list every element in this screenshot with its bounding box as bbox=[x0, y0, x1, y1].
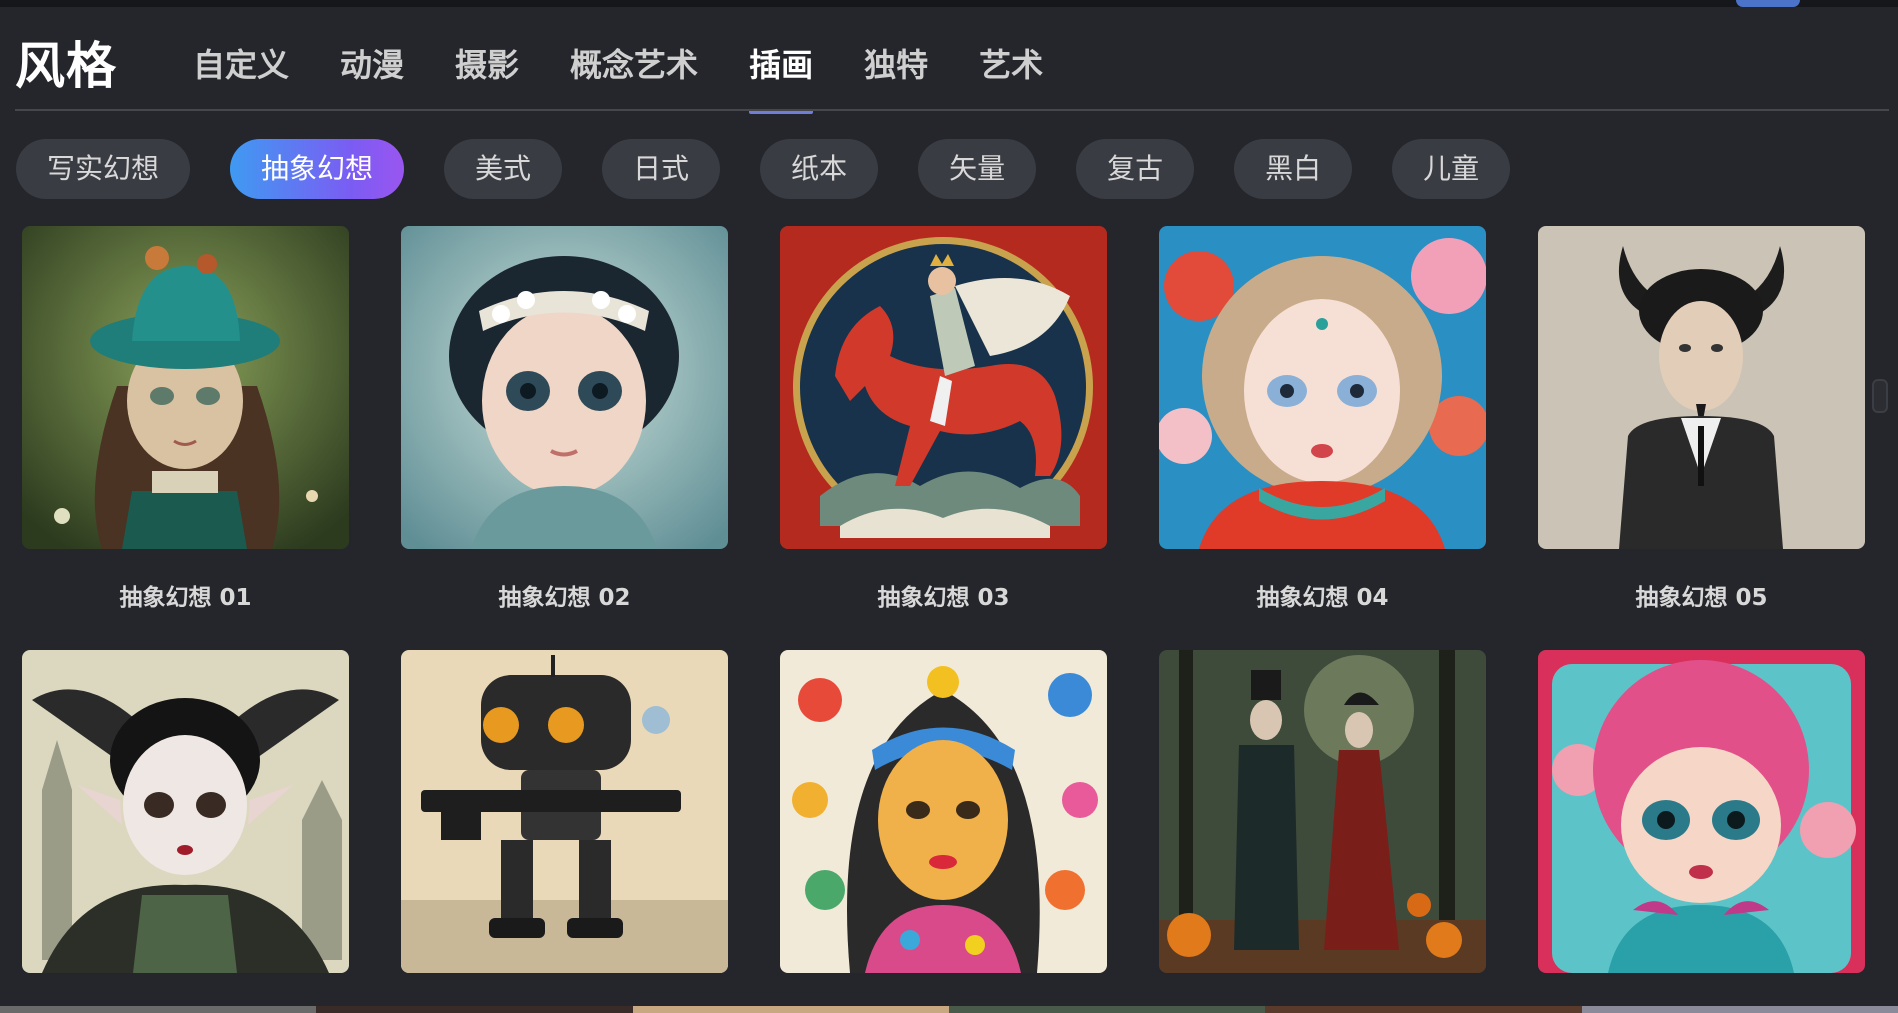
girl-with-teal-hat-image bbox=[22, 226, 349, 549]
chip-realistic-fantasy[interactable]: 写实幻想 bbox=[16, 139, 191, 199]
style-thumbnail[interactable] bbox=[1538, 650, 1865, 973]
category-tabs: 自定义 动漫 摄影 概念艺术 插画 独特 艺术 bbox=[193, 36, 1043, 114]
bat-winged-girl-image bbox=[22, 650, 349, 973]
style-card[interactable] bbox=[22, 650, 349, 1002]
tab-unique[interactable]: 独特 bbox=[864, 36, 928, 106]
style-card[interactable]: 抽象幻想 01 bbox=[22, 226, 349, 612]
style-thumbnail[interactable] bbox=[401, 650, 728, 973]
horned-young-man-image bbox=[1538, 226, 1865, 549]
style-caption: 抽象幻想 05 bbox=[1635, 585, 1768, 611]
chip-abstract-fantasy[interactable]: 抽象幻想 bbox=[230, 139, 405, 199]
chip-children[interactable]: 儿童 bbox=[1392, 139, 1511, 199]
colorful-folk-girl-image bbox=[780, 650, 1107, 973]
style-thumbnail[interactable] bbox=[401, 226, 728, 549]
chip-american[interactable]: 美式 bbox=[444, 139, 563, 199]
style-caption: 抽象幻想 04 bbox=[1256, 585, 1389, 611]
chip-retro[interactable]: 复古 bbox=[1076, 139, 1195, 199]
tab-photography[interactable]: 摄影 bbox=[455, 36, 519, 106]
style-thumbnail[interactable] bbox=[1159, 226, 1486, 549]
style-caption: 抽象幻想 03 bbox=[877, 585, 1010, 611]
page-title: 风格 bbox=[15, 37, 117, 95]
style-card[interactable]: 抽象幻想 03 bbox=[780, 226, 1107, 612]
scrollbar-thumb[interactable] bbox=[1872, 379, 1888, 413]
style-thumbnail[interactable] bbox=[780, 226, 1107, 549]
style-card[interactable] bbox=[401, 650, 728, 1002]
robot-with-gun-image bbox=[401, 650, 728, 973]
girl-with-daisy-headband-image bbox=[401, 226, 728, 549]
chip-japanese[interactable]: 日式 bbox=[602, 139, 721, 199]
top-bar-handle[interactable] bbox=[1736, 0, 1800, 7]
chip-paper[interactable]: 纸本 bbox=[760, 139, 879, 199]
chip-black-white[interactable]: 黑白 bbox=[1234, 139, 1353, 199]
tab-concept-art[interactable]: 概念艺术 bbox=[570, 36, 698, 106]
top-bar bbox=[0, 0, 1898, 7]
style-thumbnail[interactable] bbox=[1159, 650, 1486, 973]
style-card[interactable] bbox=[1159, 650, 1486, 1002]
style-thumbnail[interactable] bbox=[1538, 226, 1865, 549]
gothic-couple-in-forest-image bbox=[1159, 650, 1486, 973]
chip-vector[interactable]: 矢量 bbox=[918, 139, 1037, 199]
subcategory-chips: 写实幻想 抽象幻想 美式 日式 纸本 矢量 复古 黑白 儿童 bbox=[16, 139, 1511, 199]
style-thumbnail[interactable] bbox=[22, 226, 349, 549]
header-divider bbox=[15, 109, 1889, 111]
style-card[interactable] bbox=[780, 650, 1107, 1002]
style-thumbnail[interactable] bbox=[780, 650, 1107, 973]
tab-art[interactable]: 艺术 bbox=[979, 36, 1043, 106]
next-row-preview bbox=[0, 1006, 1898, 1013]
style-caption: 抽象幻想 01 bbox=[119, 585, 252, 611]
style-thumbnail[interactable] bbox=[22, 650, 349, 973]
style-card[interactable] bbox=[1538, 650, 1865, 1002]
tab-custom[interactable]: 自定义 bbox=[193, 36, 289, 106]
style-card[interactable]: 抽象幻想 04 bbox=[1159, 226, 1486, 612]
style-caption: 抽象幻想 02 bbox=[498, 585, 631, 611]
blonde-girl-with-flowers-image bbox=[1159, 226, 1486, 549]
tab-illustration[interactable]: 插画 bbox=[749, 36, 814, 114]
tab-anime[interactable]: 动漫 bbox=[340, 36, 404, 106]
style-card[interactable]: 抽象幻想 05 bbox=[1538, 226, 1865, 612]
rider-on-red-horse-image bbox=[780, 226, 1107, 549]
pink-haired-doll-girl-image bbox=[1538, 650, 1865, 973]
style-card[interactable]: 抽象幻想 02 bbox=[401, 226, 728, 612]
